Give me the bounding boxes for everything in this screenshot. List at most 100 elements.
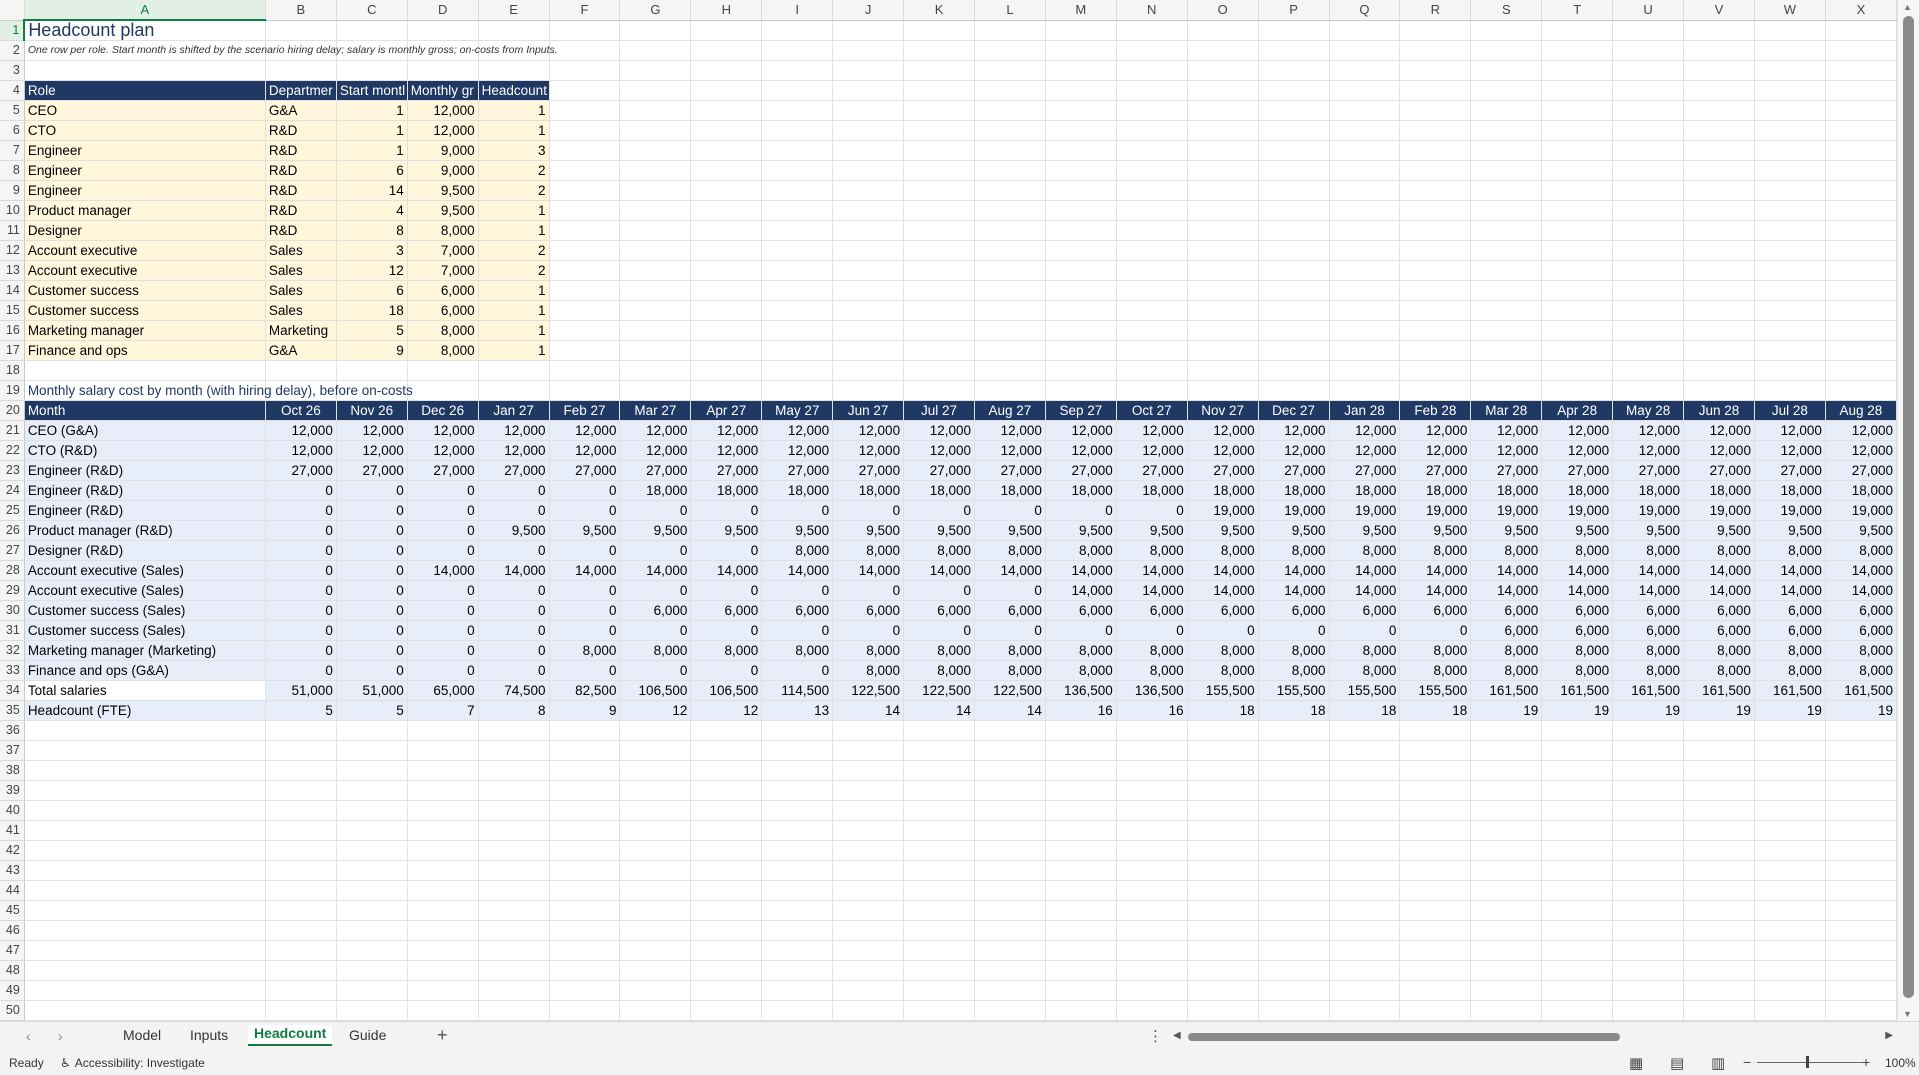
cell[interactable] bbox=[336, 920, 408, 941]
cell[interactable] bbox=[1187, 920, 1259, 941]
role-input-cell[interactable]: R&D bbox=[265, 140, 337, 161]
cell[interactable] bbox=[619, 800, 692, 821]
cell[interactable] bbox=[1612, 840, 1685, 861]
row-header[interactable]: 3 bbox=[0, 60, 25, 81]
cost-value-cell[interactable]: 8,000 bbox=[1329, 540, 1401, 561]
cost-value-cell[interactable]: 0 bbox=[903, 580, 975, 601]
role-input-cell[interactable]: 9,000 bbox=[407, 140, 479, 161]
cell[interactable] bbox=[1825, 140, 1897, 161]
cell[interactable] bbox=[1045, 840, 1117, 861]
cell[interactable] bbox=[1612, 720, 1685, 741]
cell[interactable] bbox=[1258, 920, 1330, 941]
cell[interactable] bbox=[1187, 880, 1259, 901]
cost-value-cell[interactable]: 6,000 bbox=[1187, 600, 1259, 621]
cost-value-cell[interactable]: 0 bbox=[478, 580, 550, 601]
cell[interactable] bbox=[903, 920, 975, 941]
cell[interactable] bbox=[690, 860, 763, 881]
cell[interactable] bbox=[549, 840, 621, 861]
cell[interactable] bbox=[1258, 940, 1330, 961]
cell[interactable] bbox=[1683, 720, 1755, 741]
cell[interactable] bbox=[1683, 860, 1755, 881]
cell[interactable] bbox=[1754, 780, 1826, 801]
cell[interactable] bbox=[974, 860, 1046, 881]
cell[interactable] bbox=[265, 780, 337, 801]
cell[interactable] bbox=[1258, 320, 1330, 341]
cell[interactable] bbox=[1258, 900, 1330, 921]
cost-value-cell[interactable]: 12,000 bbox=[1045, 440, 1117, 461]
cost-value-cell[interactable]: 8,000 bbox=[974, 660, 1046, 681]
cost-value-cell[interactable]: 19,000 bbox=[1258, 500, 1330, 521]
cell[interactable] bbox=[24, 740, 266, 761]
cost-value-cell[interactable]: 9,500 bbox=[1612, 520, 1685, 541]
cell[interactable] bbox=[761, 880, 834, 901]
cell[interactable] bbox=[1470, 720, 1543, 741]
cost-value-cell[interactable]: 8,000 bbox=[1399, 540, 1472, 561]
month-header-cell[interactable]: Nov 26 bbox=[336, 400, 408, 421]
cell[interactable] bbox=[1329, 860, 1401, 881]
cost-value-cell[interactable]: 27,000 bbox=[549, 460, 621, 481]
total-salaries-cell[interactable]: 122,500 bbox=[974, 680, 1046, 701]
cost-value-cell[interactable]: 27,000 bbox=[974, 460, 1046, 481]
cell[interactable] bbox=[1470, 220, 1543, 241]
cost-value-cell[interactable]: 8,000 bbox=[1612, 640, 1685, 661]
cost-value-cell[interactable]: 0 bbox=[478, 480, 550, 501]
cell[interactable] bbox=[1754, 80, 1826, 101]
cell[interactable] bbox=[1825, 800, 1897, 821]
cost-value-cell[interactable]: 0 bbox=[549, 500, 621, 521]
cell[interactable] bbox=[1612, 240, 1685, 261]
cell[interactable] bbox=[1399, 980, 1472, 1001]
page-break-view-icon[interactable]: ▥ bbox=[1711, 1054, 1725, 1072]
cell[interactable] bbox=[1187, 260, 1259, 281]
cell[interactable] bbox=[761, 760, 834, 781]
cell[interactable] bbox=[903, 960, 975, 981]
cost-value-cell[interactable]: 14,000 bbox=[1187, 560, 1259, 581]
cost-value-cell[interactable]: 18,000 bbox=[1612, 480, 1685, 501]
cell[interactable] bbox=[1329, 740, 1401, 761]
cost-row-label[interactable]: CEO (G&A) bbox=[24, 420, 266, 441]
cost-value-cell[interactable]: 8,000 bbox=[1612, 660, 1685, 681]
cell[interactable] bbox=[1541, 20, 1614, 41]
cell[interactable] bbox=[1258, 140, 1330, 161]
cell[interactable] bbox=[690, 120, 763, 141]
cell[interactable] bbox=[549, 320, 621, 341]
cost-value-cell[interactable]: 0 bbox=[336, 640, 408, 661]
cell[interactable] bbox=[1116, 880, 1188, 901]
cell[interactable] bbox=[832, 300, 905, 321]
cell[interactable] bbox=[1470, 1000, 1543, 1021]
cell[interactable] bbox=[1612, 740, 1685, 761]
cell[interactable] bbox=[549, 800, 621, 821]
cell[interactable] bbox=[1754, 960, 1826, 981]
cell[interactable] bbox=[761, 60, 834, 81]
cell[interactable] bbox=[1825, 40, 1897, 61]
month-header-cell[interactable]: Sep 27 bbox=[1045, 400, 1117, 421]
cell[interactable] bbox=[1612, 800, 1685, 821]
cell[interactable] bbox=[1399, 800, 1472, 821]
cell[interactable] bbox=[1541, 320, 1614, 341]
cell[interactable] bbox=[1399, 140, 1472, 161]
cell[interactable] bbox=[1045, 320, 1117, 341]
cell[interactable] bbox=[1754, 320, 1826, 341]
cell[interactable] bbox=[1329, 780, 1401, 801]
cell[interactable] bbox=[1116, 80, 1188, 101]
cell[interactable] bbox=[1683, 180, 1755, 201]
cost-value-cell[interactable]: 27,000 bbox=[1399, 460, 1472, 481]
cell[interactable] bbox=[1116, 900, 1188, 921]
row-header[interactable]: 37 bbox=[0, 740, 25, 761]
column-header-q[interactable]: Q bbox=[1329, 0, 1401, 21]
add-sheet-button[interactable]: + bbox=[437, 1025, 448, 1046]
cell[interactable] bbox=[478, 60, 550, 81]
cell[interactable] bbox=[974, 920, 1046, 941]
cell[interactable] bbox=[1258, 340, 1330, 361]
cell[interactable] bbox=[1329, 220, 1401, 241]
cost-value-cell[interactable]: 12,000 bbox=[1187, 440, 1259, 461]
cost-value-cell[interactable]: 8,000 bbox=[903, 640, 975, 661]
cell[interactable] bbox=[1470, 780, 1543, 801]
cost-value-cell[interactable]: 14,000 bbox=[1187, 580, 1259, 601]
cost-value-cell[interactable]: 8,000 bbox=[1470, 540, 1543, 561]
cost-value-cell[interactable]: 18,000 bbox=[1825, 480, 1897, 501]
cost-value-cell[interactable]: 19,000 bbox=[1399, 500, 1472, 521]
cost-value-cell[interactable]: 8,000 bbox=[761, 540, 834, 561]
column-header-g[interactable]: G bbox=[619, 0, 692, 21]
cost-value-cell[interactable]: 0 bbox=[407, 640, 479, 661]
cost-value-cell[interactable]: 8,000 bbox=[1754, 640, 1826, 661]
